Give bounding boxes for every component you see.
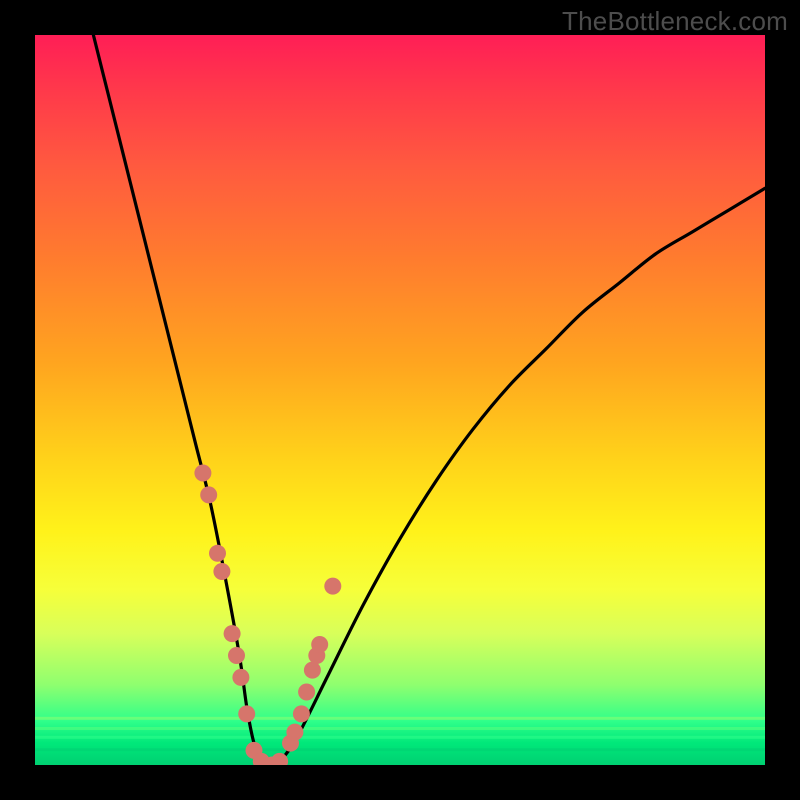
highlight-markers: [194, 465, 341, 766]
marker-point: [194, 465, 211, 482]
bottleneck-curve: [93, 35, 765, 765]
marker-point: [200, 486, 217, 503]
marker-point: [209, 545, 226, 562]
marker-point: [224, 625, 241, 642]
marker-point: [238, 705, 255, 722]
plot-area: [35, 35, 765, 765]
marker-point: [298, 684, 315, 701]
marker-point: [304, 662, 321, 679]
chart-frame: TheBottleneck.com: [0, 0, 800, 800]
watermark-text: TheBottleneck.com: [562, 6, 788, 37]
marker-point: [228, 647, 245, 664]
marker-point: [286, 724, 303, 741]
curve-layer: [35, 35, 765, 765]
marker-point: [232, 669, 249, 686]
bottom-bands: [35, 717, 765, 751]
marker-point: [324, 578, 341, 595]
marker-point: [293, 705, 310, 722]
marker-point: [213, 563, 230, 580]
marker-point: [311, 636, 328, 653]
